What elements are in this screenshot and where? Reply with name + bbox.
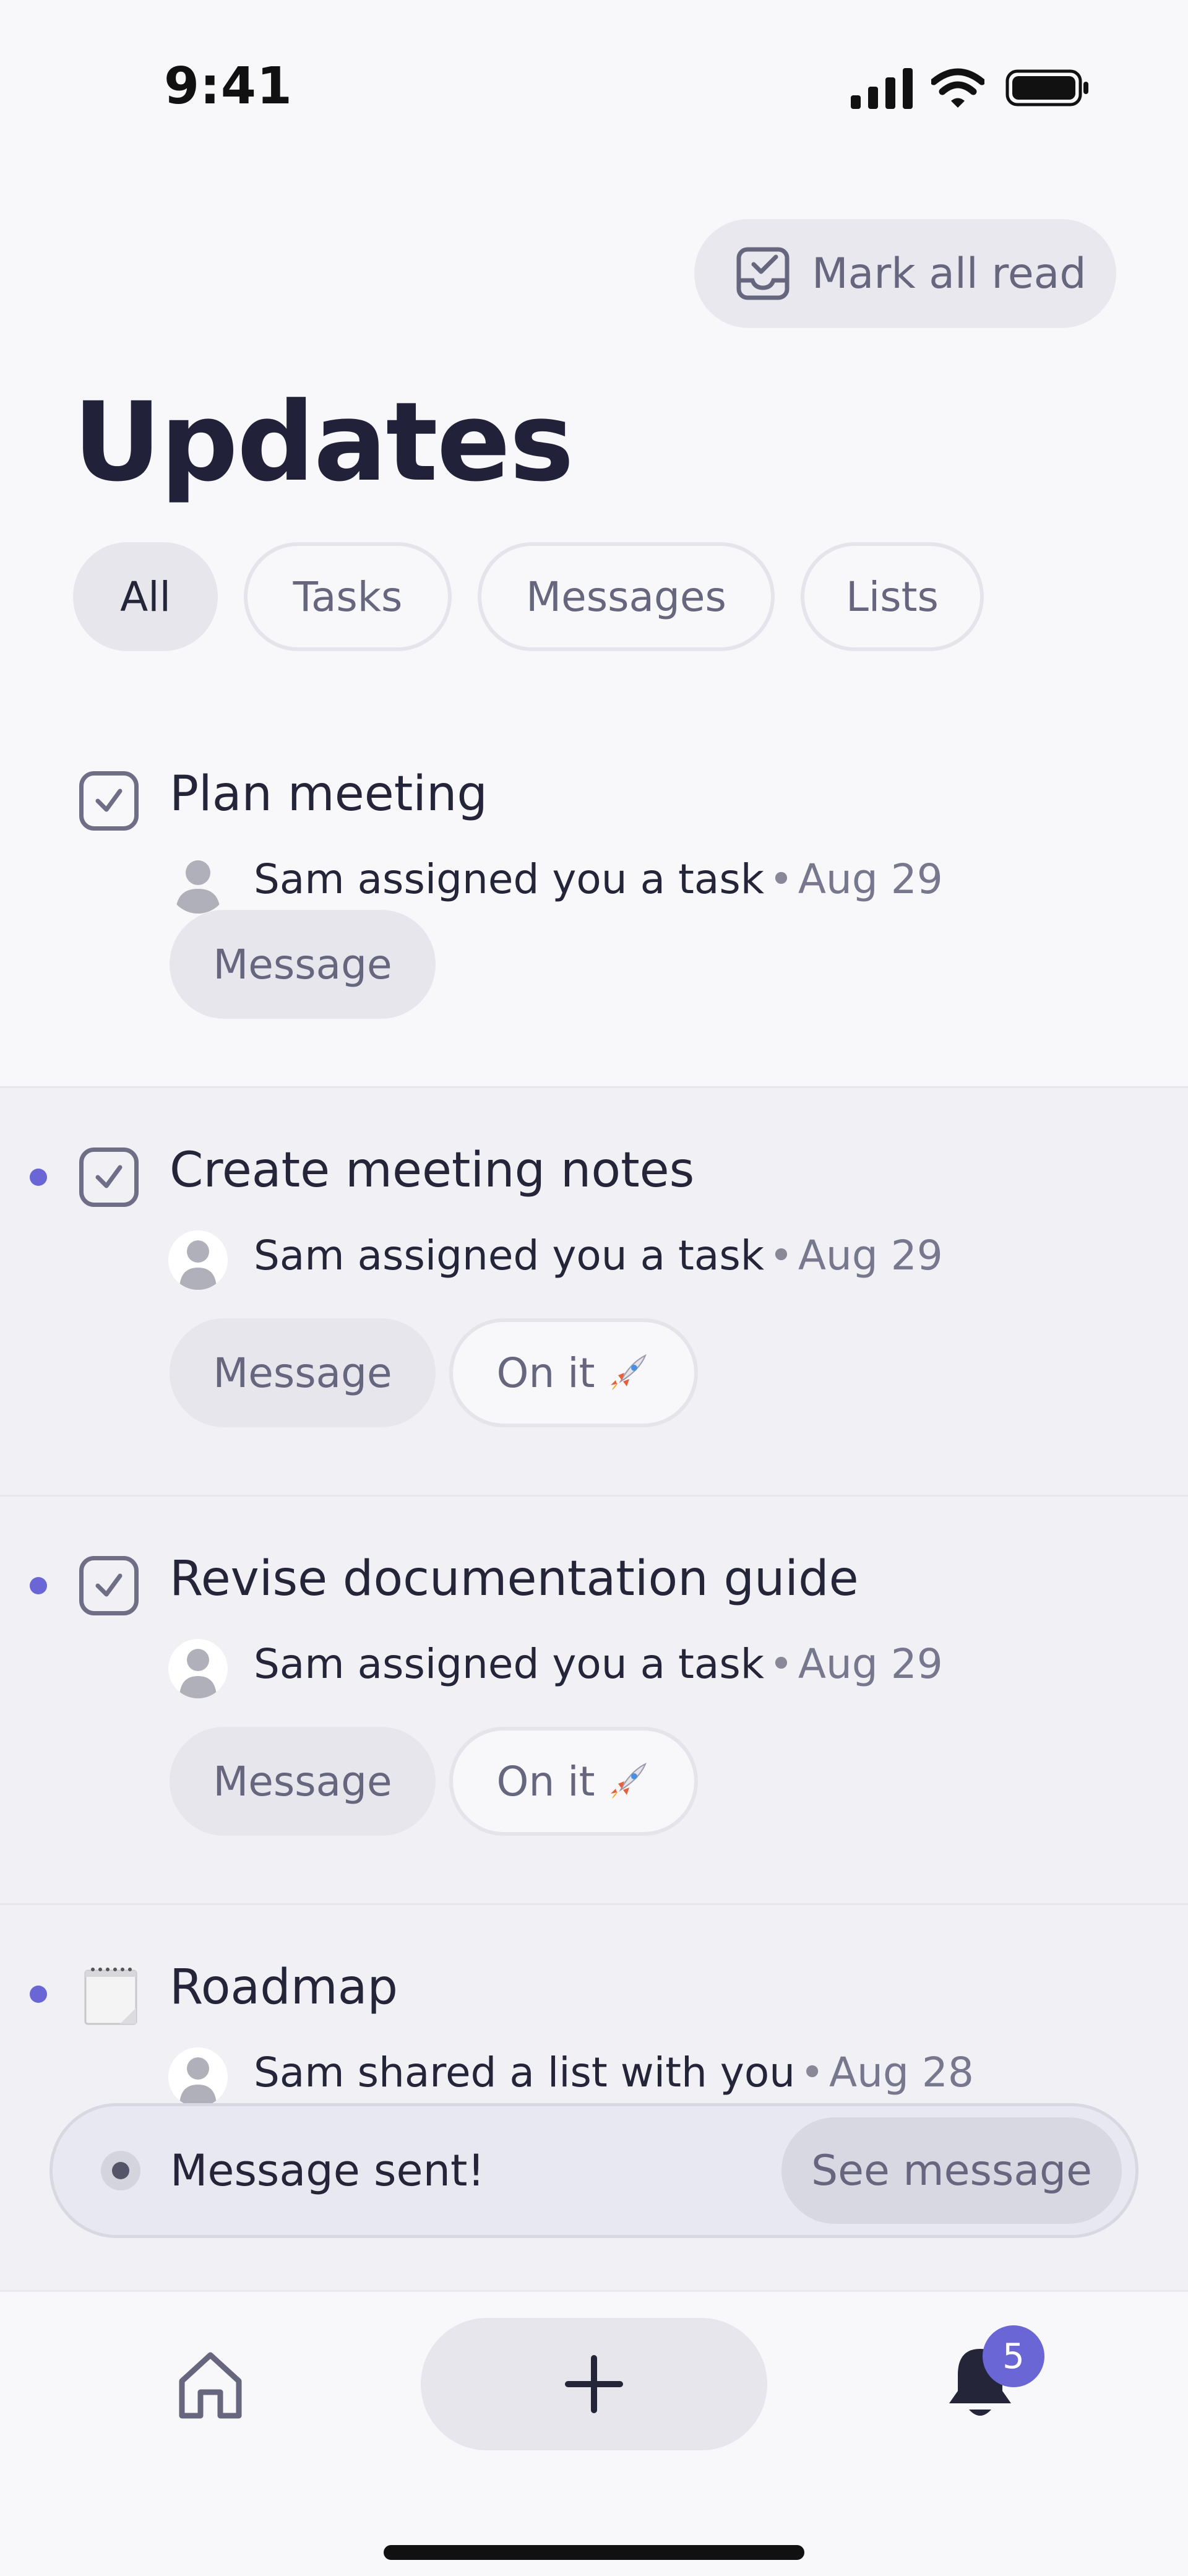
item-title: Plan meeting xyxy=(170,766,488,822)
item-title: Create meeting notes xyxy=(170,1143,695,1198)
item-subtitle-text: Sam assigned you a task xyxy=(254,1232,764,1279)
filter-chip-tasks[interactable]: Tasks xyxy=(244,542,452,651)
item-date: Aug 28 xyxy=(829,2049,974,2096)
separator: • xyxy=(768,855,793,903)
item-subtitle-text: Sam assigned you a task xyxy=(254,855,764,903)
item-subtitle: Sam assigned you a task • Aug 29 xyxy=(254,855,943,903)
inbox-check-icon xyxy=(736,247,790,300)
filter-chip-messages[interactable]: Messages xyxy=(478,542,775,651)
task-checkbox-icon xyxy=(79,771,139,831)
list-item[interactable]: Create meeting notes Sam assigned you a … xyxy=(0,1088,1188,1497)
on-it-button[interactable]: On it xyxy=(449,1727,698,1836)
notepad-icon xyxy=(84,1968,137,2025)
battery-icon xyxy=(1005,69,1088,106)
home-indicator xyxy=(384,2545,804,2560)
avatar xyxy=(168,1639,228,1698)
item-date: Aug 29 xyxy=(798,1640,943,1688)
unread-dot-icon xyxy=(30,1986,47,2003)
see-message-button[interactable]: See message xyxy=(781,2117,1122,2224)
item-subtitle: Sam shared a list with you • Aug 28 xyxy=(254,2049,974,2096)
separator: • xyxy=(800,2049,824,2096)
list-item[interactable]: Plan meeting Sam assigned you a task • Aug… xyxy=(0,699,1188,1088)
plus-icon xyxy=(565,2355,623,2413)
radio-dot-icon xyxy=(101,2151,140,2190)
item-subtitle: Sam assigned you a task • Aug 29 xyxy=(254,1232,943,1279)
avatar xyxy=(168,854,228,914)
item-subtitle-text: Sam shared a list with you xyxy=(254,2049,796,2096)
message-button[interactable]: Message xyxy=(170,910,436,1019)
tab-bar: 5 xyxy=(0,2290,1188,2576)
item-title: Revise documentation guide xyxy=(170,1551,859,1607)
list-item[interactable]: Revise documentation guide Sam assigned … xyxy=(0,1497,1188,1905)
home-icon[interactable] xyxy=(173,2348,248,2422)
cellular-signal-icon xyxy=(851,68,913,109)
mark-all-read-label: Mark all read xyxy=(812,249,1087,298)
notification-count-badge: 5 xyxy=(983,2325,1044,2387)
item-date: Aug 29 xyxy=(798,855,943,903)
unread-dot-icon xyxy=(30,1577,47,1594)
avatar xyxy=(168,2047,228,2107)
message-button[interactable]: Message xyxy=(170,1318,436,1427)
toast-notification: Message sent! See message xyxy=(50,2103,1138,2238)
status-time: 9:41 xyxy=(164,57,293,116)
on-it-button[interactable]: On it xyxy=(449,1318,698,1427)
separator: • xyxy=(768,1640,793,1688)
avatar xyxy=(168,1230,228,1290)
mark-all-read-button[interactable]: Mark all read xyxy=(694,219,1116,328)
on-it-label: On it xyxy=(496,1349,595,1397)
wifi-icon xyxy=(931,68,984,108)
unread-dot-icon xyxy=(30,1169,47,1186)
add-button[interactable] xyxy=(421,2318,767,2450)
item-subtitle-text: Sam assigned you a task xyxy=(254,1640,764,1688)
on-it-label: On it xyxy=(496,1757,595,1805)
filter-chip-lists[interactable]: Lists xyxy=(801,542,984,651)
item-subtitle: Sam assigned you a task • Aug 29 xyxy=(254,1640,943,1688)
rocket-icon xyxy=(611,1354,647,1390)
separator: • xyxy=(768,1232,793,1279)
page-title: Updates xyxy=(73,379,574,506)
task-checkbox-icon xyxy=(79,1148,139,1207)
status-bar: 9:41 xyxy=(0,0,1188,173)
task-checkbox-icon xyxy=(79,1556,139,1615)
item-title: Roadmap xyxy=(170,1960,398,2015)
filter-chip-all[interactable]: All xyxy=(73,542,218,651)
item-date: Aug 29 xyxy=(798,1232,943,1279)
toast-message: Message sent! xyxy=(170,2145,485,2196)
rocket-icon xyxy=(611,1762,647,1799)
message-button[interactable]: Message xyxy=(170,1727,436,1836)
